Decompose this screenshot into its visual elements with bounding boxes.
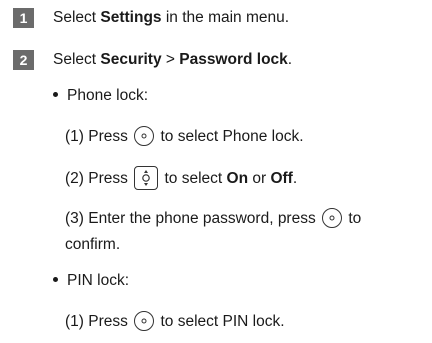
- bullet-dot-icon: [53, 277, 58, 283]
- phone-lock-step-1-post: to select Phone lock.: [156, 128, 304, 146]
- pin-lock-step-1-pre: (1) Press: [65, 313, 133, 331]
- step-number-badge: 1: [13, 8, 34, 28]
- navigation-key-icon: [134, 166, 159, 190]
- step-2-security: Security: [100, 51, 162, 68]
- ok-key-icon: [322, 208, 343, 228]
- pin-lock-step-1: (1) Press to select PIN lock.: [65, 311, 285, 332]
- step-1-pre: Select: [53, 9, 101, 26]
- bullet-dot-icon: [53, 92, 58, 98]
- step-1-post: in the main menu.: [161, 9, 290, 26]
- step-1-settings: Settings: [100, 9, 162, 26]
- phone-lock-step-3-line-2: confirm.: [65, 236, 121, 253]
- phone-lock-step-2: (2) Press to select On or Off.: [65, 166, 298, 191]
- option-off: Off: [270, 170, 293, 188]
- phone-lock-step-3-line-1: (3) Enter the phone password, press to: [65, 208, 362, 229]
- pin-lock-bullet: PIN lock:: [53, 271, 129, 291]
- step-2-pre: Select: [53, 51, 101, 68]
- option-on: On: [226, 170, 249, 188]
- phone-lock-bullet: Phone lock:: [53, 86, 148, 106]
- ok-key-icon: [134, 126, 155, 146]
- pin-lock-heading: PIN lock:: [67, 272, 130, 289]
- phone-lock-step-1-pre: (1) Press: [65, 128, 133, 146]
- step-2-post: .: [287, 51, 293, 68]
- phone-lock-step-2-or: or: [248, 170, 271, 188]
- phone-lock-step-1: (1) Press to select Phone lock.: [65, 126, 304, 147]
- phone-lock-step-3-post: to: [344, 210, 362, 228]
- phone-lock-heading: Phone lock:: [67, 87, 148, 104]
- step-2-text: Select Security > Password lock.: [53, 50, 292, 70]
- phone-lock-step-2-pre: (2) Press: [65, 170, 133, 188]
- step-2-separator: >: [161, 51, 180, 68]
- step-number-badge: 2: [13, 50, 34, 70]
- ok-key-icon: [134, 311, 155, 331]
- step-2-password-lock: Password lock: [179, 51, 288, 68]
- step-1-text: Select Settings in the main menu.: [53, 8, 289, 28]
- pin-lock-step-1-post: to select PIN lock.: [156, 313, 285, 331]
- phone-lock-step-3-pre: (3) Enter the phone password, press: [65, 210, 321, 228]
- phone-lock-step-2-post: .: [292, 170, 298, 188]
- phone-lock-step-2-mid: to select: [160, 170, 227, 188]
